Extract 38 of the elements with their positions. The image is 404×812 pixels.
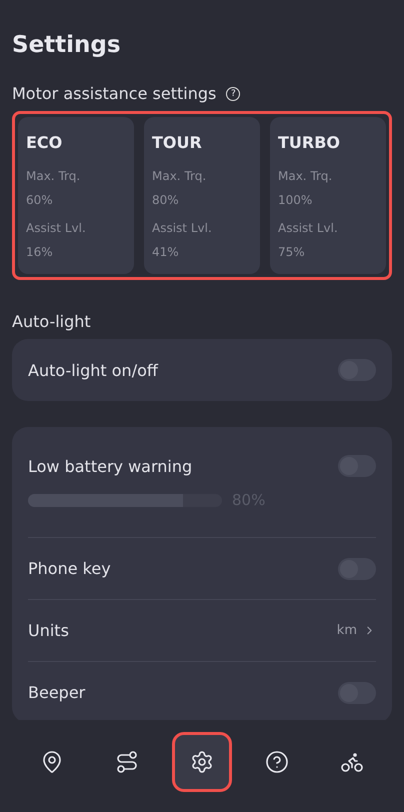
bicycle-icon (340, 750, 364, 774)
setting-label: Beeper (28, 683, 86, 702)
mode-name: ECO (26, 133, 64, 152)
assist-label: Assist Lvl. (278, 220, 339, 237)
units-selector[interactable]: km (336, 623, 376, 638)
torque-label: Max. Trq. (26, 168, 82, 185)
torque-value: 80% (152, 192, 180, 209)
setting-label: Phone key (28, 559, 111, 578)
assist-value: 16% (26, 244, 54, 261)
toggle-switch[interactable] (338, 558, 376, 580)
help-icon (265, 750, 290, 774)
torque-label: Max. Trq. (152, 168, 208, 185)
torque-value: 100% (278, 192, 314, 209)
torque-value: 60% (26, 192, 54, 209)
torque-label: Max. Trq. (278, 168, 334, 185)
assist-label: Assist Lvl. (26, 220, 87, 237)
setting-label: Auto-light on/off (28, 360, 158, 380)
section-heading: Auto-light (12, 312, 91, 331)
assist-label: Assist Lvl. (152, 220, 213, 237)
mode-card[interactable]: ECO Max. Trq. 60% Assist Lvl. 16% (18, 117, 134, 274)
section-heading: Motor assistance settings (12, 84, 216, 103)
toggle-switch[interactable] (338, 359, 376, 381)
mode-name: TURBO (278, 133, 342, 152)
mode-card[interactable]: TOUR Max. Trq. 80% Assist Lvl. 41% (144, 117, 260, 274)
mode-card[interactable]: TURBO Max. Trq. 100% Assist Lvl. 75% (270, 117, 386, 274)
assist-value: 41% (152, 244, 180, 261)
page-title: Settings (12, 32, 122, 58)
toggle-switch[interactable] (338, 455, 376, 477)
assist-value: 75% (278, 244, 306, 261)
slider-track[interactable] (28, 494, 222, 506)
setting-label: Units (28, 621, 69, 640)
settings-icon (190, 750, 214, 774)
mode-name: TOUR (152, 133, 203, 152)
toggle-switch[interactable] (338, 682, 376, 704)
nav-tab[interactable] (172, 732, 232, 792)
setting-label: Low battery warning (28, 456, 192, 476)
help-icon[interactable]: ? (226, 86, 240, 100)
route-icon (114, 750, 139, 774)
